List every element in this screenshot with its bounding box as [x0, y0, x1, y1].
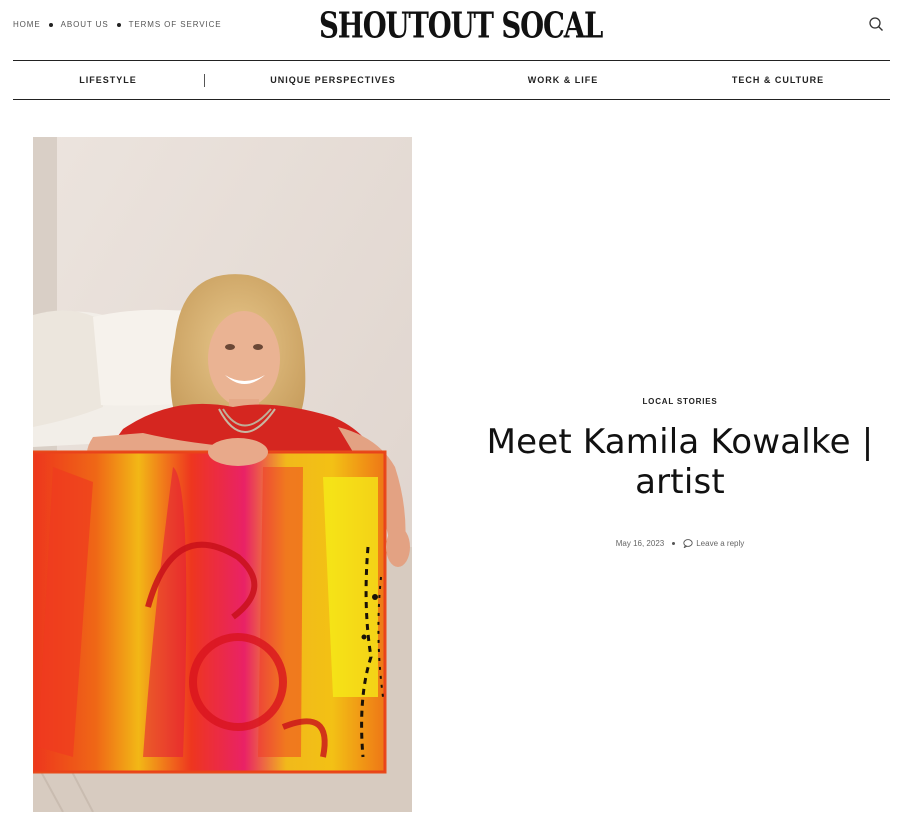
nav-separator: [204, 74, 205, 87]
featured-image: [33, 137, 412, 812]
article-meta: May 16, 2023 Leave a reply: [440, 539, 920, 548]
publish-date: May 16, 2023: [615, 539, 665, 548]
search-icon[interactable]: [868, 16, 884, 32]
nav-item-lifestyle[interactable]: LIFESTYLE: [53, 61, 163, 99]
top-bar: HOME ABOUT US TERMS OF SERVICE SHOUTOUT …: [0, 0, 922, 52]
comment-icon[interactable]: [683, 539, 693, 548]
main-nav: LIFESTYLE UNIQUE PERSPECTIVES WORK & LIF…: [13, 60, 890, 100]
nav-item-unique-perspectives[interactable]: UNIQUE PERSPECTIVES: [243, 61, 423, 99]
nav-item-tech-and-culture[interactable]: TECH & CULTURE: [713, 61, 843, 99]
article-category[interactable]: LOCAL STORIES: [440, 397, 920, 406]
artist-with-painting-photo: [33, 137, 412, 812]
leave-reply-link[interactable]: Leave a reply: [683, 539, 744, 548]
article-title: Meet Kamila Kowalke | artist: [486, 422, 874, 502]
leave-reply-label[interactable]: Leave a reply: [696, 539, 744, 548]
search-button[interactable]: [868, 16, 886, 34]
meta-separator-dot: [672, 542, 676, 545]
site-logo-text[interactable]: SHOUTOUT SOCAL: [319, 4, 603, 47]
nav-item-work-and-life[interactable]: WORK & LIFE: [503, 61, 623, 99]
site-logo[interactable]: SHOUTOUT SOCAL: [0, 4, 922, 47]
